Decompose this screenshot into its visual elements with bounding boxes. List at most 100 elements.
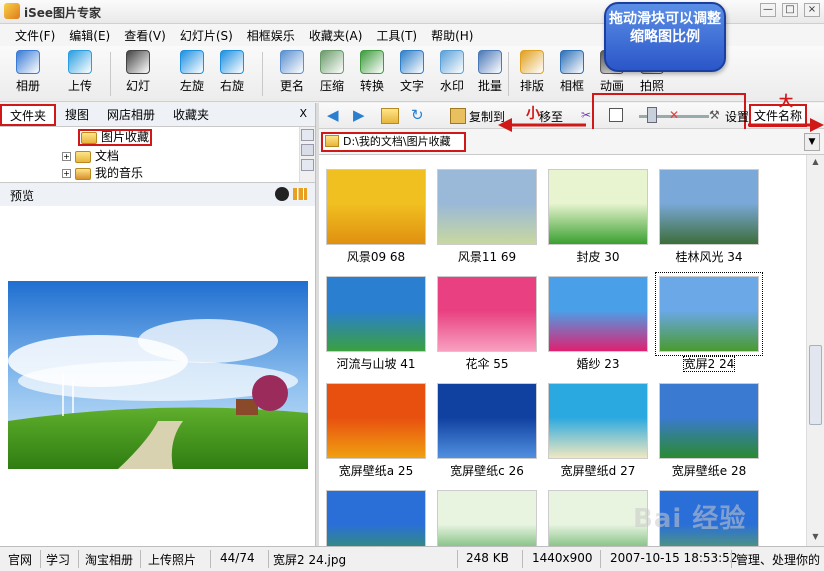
menu-tools[interactable]: 工具(T)	[369, 27, 424, 44]
thumbnail-item[interactable]	[323, 480, 429, 546]
thumbnail-image[interactable]	[655, 272, 763, 356]
thumbnail-image[interactable]	[437, 169, 537, 245]
thumbnail-image[interactable]	[326, 169, 426, 245]
up-folder-icon[interactable]	[381, 108, 399, 124]
tree-item-label: 图片收藏	[101, 130, 150, 144]
toolbar-button-frame[interactable]: 相框	[552, 50, 592, 94]
thumbnail-item[interactable]: 桂林风光 34	[656, 159, 762, 265]
maximize-button[interactable]: □	[782, 3, 798, 17]
menu-favorites[interactable]: 收藏夹(A)	[302, 27, 370, 44]
close-button[interactable]: ×	[804, 3, 820, 17]
thumbnail-image[interactable]	[659, 383, 759, 459]
qq-icon[interactable]	[275, 187, 289, 201]
minimize-button[interactable]: —	[760, 3, 776, 17]
menu-slideshow[interactable]: 幻灯片(S)	[173, 27, 240, 44]
tree-item-picture-favorites[interactable]: 图片收藏	[78, 129, 153, 146]
status-link-official[interactable]: 官网	[8, 551, 32, 568]
preview-image	[8, 281, 308, 469]
toolbar-button-layout[interactable]: 排版	[512, 50, 552, 94]
toolbar-button-upload[interactable]: 上传	[60, 50, 100, 94]
menu-view[interactable]: 查看(V)	[117, 27, 173, 44]
status-filesize: 248 KB	[466, 551, 509, 565]
thumbnail-item[interactable]: 宽屏壁纸d 27	[545, 373, 651, 479]
address-dropdown-button[interactable]: ▼	[804, 133, 820, 151]
thumbnail-item[interactable]: 宽屏2 24	[655, 266, 763, 372]
delete-icon[interactable]: ✕	[669, 108, 679, 122]
tab-favorites[interactable]: 收藏夹	[164, 104, 218, 126]
tools-icon[interactable]: ⚒	[709, 108, 720, 122]
toolbar-button-text[interactable]: 文字	[392, 50, 432, 94]
slider-thumb[interactable]	[647, 107, 657, 123]
thumbnail-item[interactable]: 封皮 30	[545, 159, 651, 265]
thumbnail-item[interactable]: 花伞 55	[434, 266, 540, 372]
tree-item-documents[interactable]: + 文档	[62, 148, 119, 165]
thumbnail-scrollbar[interactable]: ▲ ▼	[806, 155, 824, 546]
status-hint: 管理、处理你的	[736, 553, 821, 567]
album-icon	[16, 50, 40, 74]
thumbnail-item[interactable]	[434, 480, 540, 546]
toolbar-button-rotate-right[interactable]: 右旋	[212, 50, 252, 94]
status-link-upload[interactable]: 上传照片	[148, 551, 196, 568]
thumbnail-image[interactable]	[326, 383, 426, 459]
thumbnail-image[interactable]	[548, 169, 648, 245]
thumbnail-image[interactable]	[548, 383, 648, 459]
status-link-taobao[interactable]: 淘宝相册	[85, 551, 133, 568]
toolbar-label: 相册	[15, 79, 40, 93]
tree-item-music[interactable]: + 我的音乐	[62, 165, 143, 182]
menu-edit[interactable]: 编辑(E)	[62, 27, 117, 44]
menu-file[interactable]: 文件(F)	[8, 27, 62, 44]
tab-shop-album[interactable]: 网店相册	[98, 104, 164, 126]
toolbar-button-watermark[interactable]: 水印	[432, 50, 472, 94]
thumbnail-item[interactable]: 宽屏壁纸a 25	[323, 373, 429, 479]
toolbar-label: 排版	[519, 79, 544, 93]
thumbnail-item[interactable]: 风景11 69	[434, 159, 540, 265]
toolbar-button-slideshow[interactable]: 幻灯	[118, 50, 158, 94]
scrollbar-thumb[interactable]	[809, 345, 822, 425]
thumbnail-item[interactable]: 婚纱 23	[545, 266, 651, 372]
toolbar-separator	[262, 52, 263, 96]
thumbnail-image[interactable]	[437, 276, 537, 352]
thumbnail-image[interactable]	[548, 276, 648, 352]
histogram-icon[interactable]	[293, 188, 307, 200]
toolbar-label: 幻灯	[125, 79, 150, 93]
thumbnail-image[interactable]	[437, 490, 537, 546]
tab-folders[interactable]: 文件夹	[0, 103, 57, 126]
thumbnail-image[interactable]	[326, 276, 426, 352]
toolbar-button-convert[interactable]: 转换	[352, 50, 392, 94]
thumbnail-image[interactable]	[437, 383, 537, 459]
toolbar-button-rename[interactable]: 更名	[272, 50, 312, 94]
thumbnail-item[interactable]: 风景09 68	[323, 159, 429, 265]
copy-icon	[450, 108, 466, 124]
expand-icon[interactable]: +	[62, 169, 71, 178]
thumbnail-item[interactable]: 宽屏壁纸c 26	[434, 373, 540, 479]
thumbnail-small-icon[interactable]	[609, 108, 623, 122]
tab-search-images[interactable]: 搜图	[56, 104, 98, 126]
left-panel-tabs: 文件夹 搜图 网店相册 收藏夹 X	[0, 103, 315, 127]
batch-icon	[478, 50, 502, 74]
preview-header: 预览	[0, 184, 315, 206]
back-icon[interactable]: ◀	[327, 106, 339, 124]
app-window: iSee图片专家 — □ × 文件(F) 编辑(E) 查看(V) 幻灯片(S) …	[0, 0, 824, 571]
address-bar: D:\我的文档\图片收藏 ▼	[319, 129, 824, 155]
thumbnail-caption: 花伞 55	[465, 357, 509, 371]
refresh-icon[interactable]: ↻	[411, 106, 424, 124]
thumbnail-grid: 风景09 68 风景11 69 封皮 30 桂林风光 34 河流与山坡 41 花伞 55 婚…	[319, 155, 806, 546]
thumbnail-item[interactable]: 宽屏壁纸e 28	[656, 373, 762, 479]
address-path-input[interactable]: D:\我的文档\图片收藏	[321, 132, 466, 152]
forward-icon[interactable]: ▶	[353, 106, 365, 124]
toolbar-button-rotate-left[interactable]: 左旋	[172, 50, 212, 94]
slider-callout: 拖动滑块可以调整缩略图比例	[604, 2, 726, 72]
menu-help[interactable]: 帮助(H)	[424, 27, 480, 44]
toolbar-button-compress[interactable]: 压缩	[312, 50, 352, 94]
toolbar-button-batch[interactable]: 批量	[470, 50, 510, 94]
frame-icon	[560, 50, 584, 74]
toolbar-button-album[interactable]: 相册	[8, 50, 48, 94]
expand-icon[interactable]: +	[62, 152, 71, 161]
thumbnail-item[interactable]: 河流与山坡 41	[323, 266, 429, 372]
menu-frame-fun[interactable]: 相框娱乐	[240, 27, 302, 44]
close-panel-button[interactable]: X	[299, 107, 307, 120]
status-link-learn[interactable]: 学习	[46, 551, 70, 568]
thumbnail-image[interactable]	[326, 490, 426, 546]
tree-scrollbar[interactable]	[299, 127, 315, 182]
thumbnail-image[interactable]	[659, 169, 759, 245]
